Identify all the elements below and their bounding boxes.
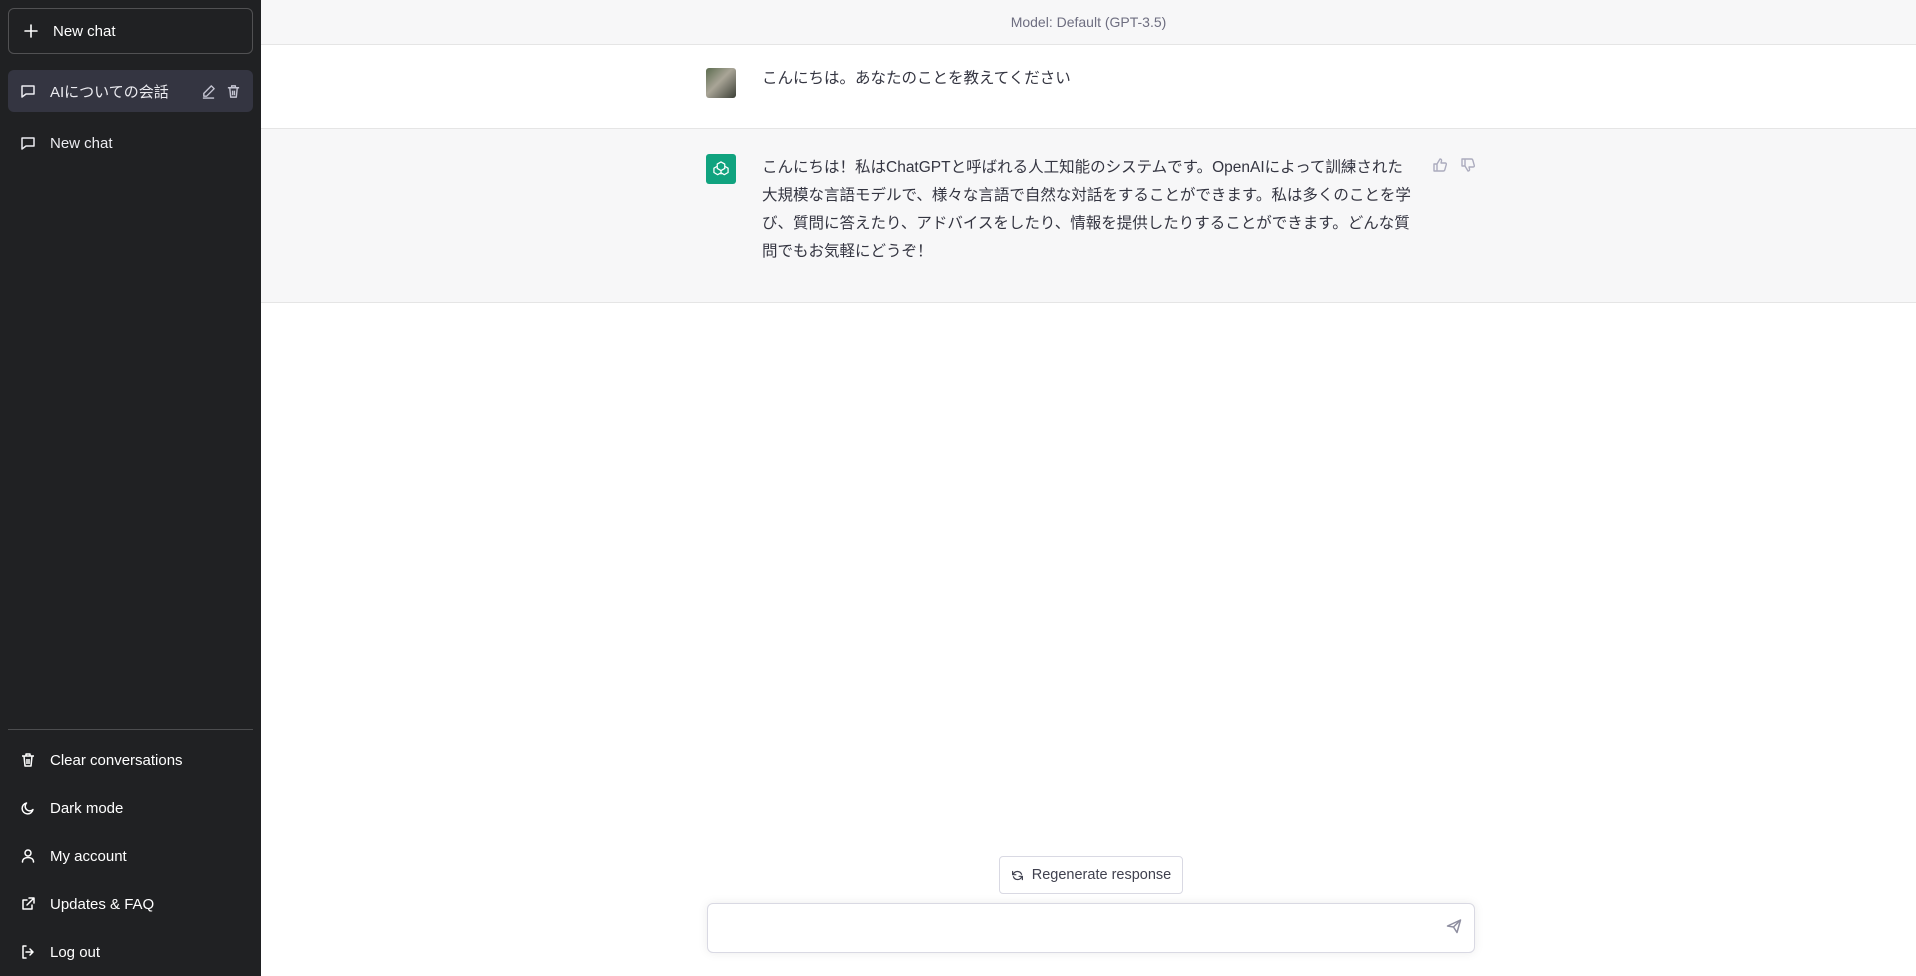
chat-item-active[interactable]: AIについての会話	[8, 70, 253, 112]
regenerate-response-button[interactable]: Regenerate response	[999, 856, 1183, 894]
new-chat-label: New chat	[53, 22, 116, 40]
chat-item-label: New chat	[50, 134, 113, 152]
chat-item[interactable]: New chat	[8, 122, 253, 164]
updates-faq-link[interactable]: Updates & FAQ	[8, 880, 253, 928]
openai-logo-icon	[706, 154, 736, 184]
updates-faq-label: Updates & FAQ	[50, 895, 155, 913]
model-label: Model: Default (GPT-3.5)	[1010, 14, 1167, 30]
model-indicator: Model: Default (GPT-3.5)	[261, 0, 1916, 45]
message-icon	[20, 83, 36, 99]
assistant-message-text: こんにちは！私はChatGPTと呼ばれる人工知能のシステムです。OpenAIによ…	[762, 159, 1411, 260]
logout-icon	[20, 944, 36, 960]
refresh-icon	[1011, 869, 1024, 882]
feedback-buttons	[1432, 157, 1476, 173]
thumbs-up-icon[interactable]	[1432, 157, 1448, 173]
trash-icon	[20, 752, 36, 768]
my-account-label: My account	[50, 847, 127, 865]
chat-item-actions	[201, 84, 241, 99]
my-account-button[interactable]: My account	[8, 832, 253, 880]
assistant-message: こんにちは！私はChatGPTと呼ばれる人工知能のシステムです。OpenAIによ…	[261, 129, 1916, 303]
message-composer	[707, 903, 1475, 953]
plus-icon	[23, 23, 39, 39]
log-out-button[interactable]: Log out	[8, 928, 253, 976]
sidebar-bottom-menu: Clear conversations Dark mode My account…	[8, 729, 253, 976]
user-message-text: こんにちは。あなたのことを教えてください	[762, 70, 1071, 87]
message-icon	[20, 135, 36, 151]
chat-item-label: AIについての会話	[50, 83, 169, 101]
chat-main: Model: Default (GPT-3.5) こんにちは。あなたのことを教え…	[261, 0, 1916, 976]
send-icon[interactable]	[1446, 918, 1462, 934]
new-chat-button[interactable]: New chat	[8, 8, 253, 54]
dark-mode-button[interactable]: Dark mode	[8, 784, 253, 832]
thumbs-down-icon[interactable]	[1460, 157, 1476, 173]
edit-icon[interactable]	[201, 84, 216, 99]
external-link-icon	[20, 896, 36, 912]
dark-mode-label: Dark mode	[50, 799, 124, 817]
user-avatar	[706, 68, 736, 98]
clear-conversations-label: Clear conversations	[50, 751, 183, 769]
trash-icon[interactable]	[226, 84, 241, 99]
message-input[interactable]	[722, 916, 1422, 942]
log-out-label: Log out	[50, 943, 101, 961]
sidebar: New chat AIについての会話 New chat Clear conver…	[0, 0, 261, 976]
chat-history-list: AIについての会話 New chat	[8, 70, 253, 164]
moon-icon	[20, 800, 36, 816]
user-message: こんにちは。あなたのことを教えてください	[261, 45, 1916, 129]
user-icon	[20, 848, 36, 864]
clear-conversations-button[interactable]: Clear conversations	[8, 736, 253, 784]
regenerate-label: Regenerate response	[1031, 867, 1172, 883]
